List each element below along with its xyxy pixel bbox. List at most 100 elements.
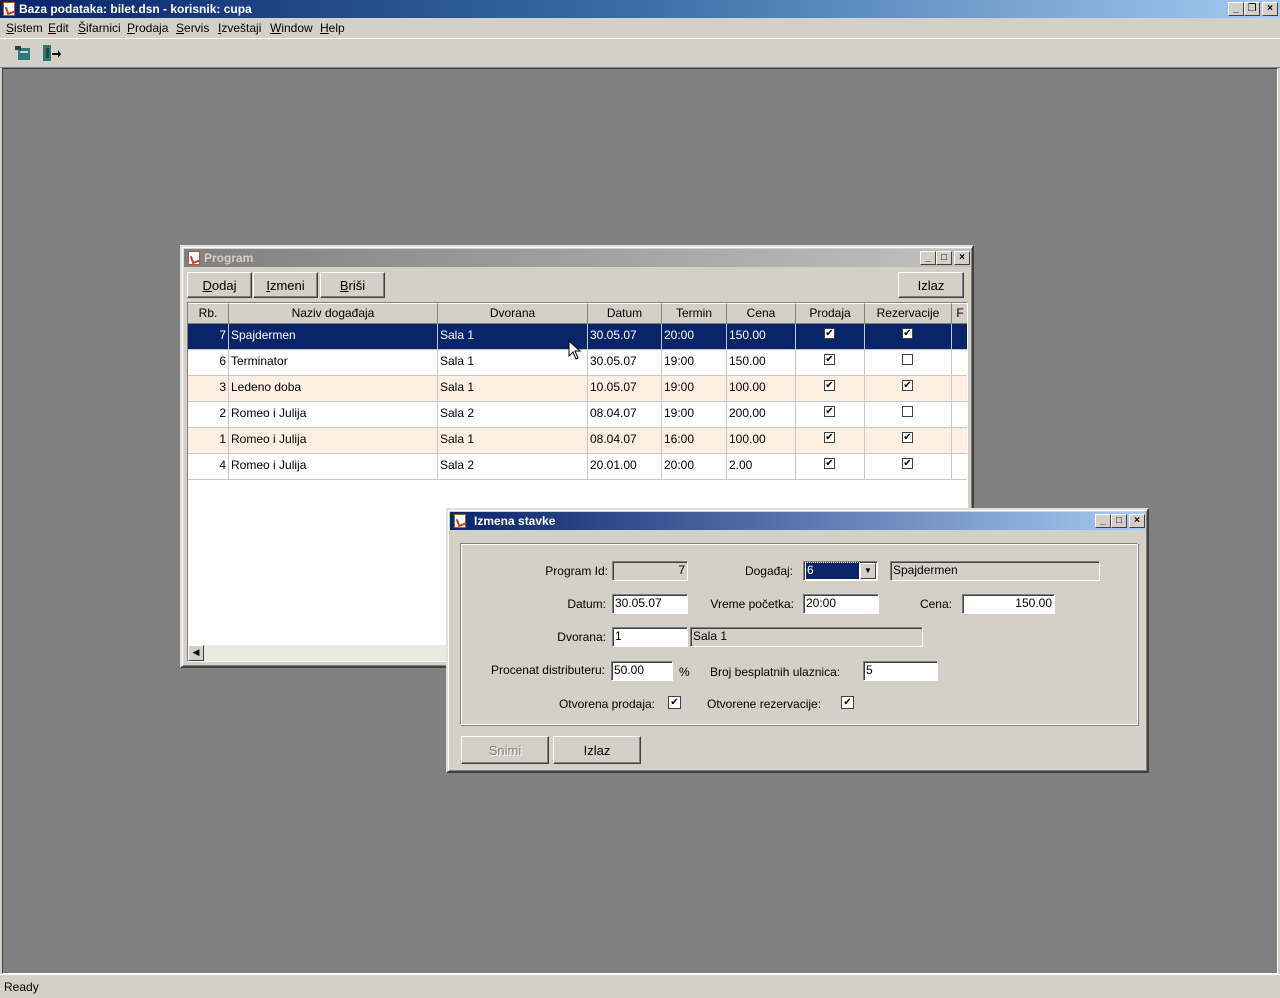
cell-naziv: Romeo i Julija <box>229 428 438 454</box>
menu-servis[interactable]: Servis <box>176 21 209 35</box>
menu-prodaja[interactable]: Prodaja <box>127 21 168 35</box>
menu-bar: Sistem Edit Šifarnici Prodaja Servis Izv… <box>0 18 1280 38</box>
connect-tool-button[interactable] <box>12 42 36 64</box>
prodaja-checkbox[interactable]: ✔ <box>824 380 835 391</box>
prodaja-checkbox[interactable]: ✔ <box>824 406 835 417</box>
cell-naziv: Spajdermen <box>229 324 438 350</box>
minimize-icon[interactable]: _ <box>1095 514 1111 528</box>
column-header-rezervacije[interactable]: Rezervacije <box>865 303 952 324</box>
column-header-cena[interactable]: Cena <box>727 303 796 324</box>
close-icon[interactable]: × <box>954 251 970 265</box>
cell-prodaja: ✔ <box>796 402 865 428</box>
dogadjaj-select[interactable]: 6 ▼ <box>803 561 878 581</box>
cell-termin: 19:00 <box>662 402 727 428</box>
rezervacije-checkbox[interactable]: ✔ <box>902 432 913 443</box>
prodaja-checkbox[interactable]: ✔ <box>824 432 835 443</box>
maximize-icon[interactable]: □ <box>1111 514 1127 528</box>
save-button[interactable]: Snimi <box>461 736 549 764</box>
column-header-datum[interactable]: Datum <box>588 303 662 324</box>
maximize-icon[interactable]: □ <box>936 251 952 265</box>
column-header-naziv[interactable]: Naziv događaja <box>229 303 438 324</box>
cell-naziv: Terminator <box>229 350 438 376</box>
chevron-down-icon[interactable]: ▼ <box>860 563 876 579</box>
vreme-field[interactable]: 20:00 <box>803 594 879 614</box>
prodaja-checkbox[interactable]: ✔ <box>824 354 835 365</box>
delete-button[interactable]: Briši <box>320 272 385 298</box>
cell-rezervacije <box>865 402 952 428</box>
check-icon: ✔ <box>670 697 679 708</box>
dogadjaj-name-field: Spajdermen <box>890 561 1100 581</box>
rezervacije-checkbox[interactable]: ✔ <box>902 328 913 339</box>
add-button[interactable]: Dodaj <box>187 272 252 298</box>
menu-help[interactable]: Help <box>320 21 345 35</box>
otvorene-rezervacije-checkbox[interactable]: ✔ <box>841 696 854 709</box>
edit-button[interactable]: Izmeni <box>253 272 318 298</box>
column-header-termin[interactable]: Termin <box>662 303 727 324</box>
cell-rezervacije <box>865 350 952 376</box>
status-bar: Ready <box>0 974 1280 998</box>
cell-f <box>952 402 967 428</box>
menu-izvestaji[interactable]: Izveštaji <box>218 21 261 35</box>
rezervacije-checkbox[interactable]: ✔ <box>902 458 913 469</box>
menu-sifarnici[interactable]: Šifarnici <box>78 21 121 35</box>
exit-tool-button[interactable] <box>38 42 62 64</box>
rezervacije-checkbox[interactable]: ✔ <box>902 380 913 391</box>
dvorana-name-field: Sala 1 <box>690 627 923 647</box>
cell-dvorana: Sala 1 <box>438 428 588 454</box>
program-window-title-bar: Program _ □ × <box>184 249 970 267</box>
cell-prodaja: ✔ <box>796 376 865 402</box>
rezervacije-checkbox[interactable] <box>902 354 913 365</box>
exit-button[interactable]: Izlaz <box>898 272 964 298</box>
table-row[interactable]: 4 Romeo i Julija Sala 2 20.01.00 20:00 2.00 ✔ ✔ <box>188 454 967 480</box>
program-id-field: 7 <box>612 561 688 581</box>
close-icon[interactable]: × <box>1129 514 1145 528</box>
database-icon <box>15 46 30 60</box>
dvorana-label: Dvorana: <box>557 630 606 644</box>
besplatne-field[interactable]: 5 <box>863 661 938 681</box>
window-icon <box>454 514 466 528</box>
cell-termin: 20:00 <box>662 324 727 350</box>
cell-termin: 19:00 <box>662 376 727 402</box>
prodaja-checkbox[interactable]: ✔ <box>824 328 835 339</box>
column-header-prodaja[interactable]: Prodaja <box>796 303 865 324</box>
cell-f <box>952 454 967 480</box>
app-title-bar: Baza podataka: bilet.dsn - korisnik: cup… <box>0 0 1280 18</box>
program-id-label: Program Id: <box>545 564 608 578</box>
besplatne-label: Broj besplatnih ulaznica: <box>710 665 841 679</box>
table-row[interactable]: 1 Romeo i Julija Sala 1 08.04.07 16:00 100.00… <box>188 428 967 454</box>
cell-termin: 20:00 <box>662 454 727 480</box>
scroll-left-icon[interactable]: ◀ <box>188 645 204 661</box>
cell-prodaja: ✔ <box>796 350 865 376</box>
cena-field[interactable]: 150.00 <box>962 594 1055 614</box>
minimize-icon[interactable]: _ <box>1228 2 1244 16</box>
cell-naziv: Romeo i Julija <box>229 402 438 428</box>
table-row[interactable]: 2 Romeo i Julija Sala 2 08.04.07 19:00 200.00… <box>188 402 967 428</box>
column-header-f[interactable]: F <box>952 303 967 324</box>
cell-cena: 2.00 <box>727 454 796 480</box>
restore-icon[interactable]: ❐ <box>1244 2 1260 16</box>
percent-label: % <box>679 665 690 679</box>
table-row[interactable]: 3 Ledeno doba Sala 1 10.05.07 19:00 100.00 ✔ ✔ <box>188 376 967 402</box>
menu-window[interactable]: Window <box>270 21 313 35</box>
minimize-icon[interactable]: _ <box>920 251 936 265</box>
column-header-rb[interactable]: Rb. <box>188 303 229 324</box>
prodaja-checkbox[interactable]: ✔ <box>824 458 835 469</box>
cell-datum: 30.05.07 <box>588 350 662 376</box>
cell-rb: 3 <box>188 376 229 402</box>
cell-rezervacije: ✔ <box>865 428 952 454</box>
toolbar <box>0 38 1280 68</box>
dvorana-field[interactable]: 1 <box>612 627 688 647</box>
menu-edit[interactable]: Edit <box>48 21 69 35</box>
otvorena-prodaja-checkbox[interactable]: ✔ <box>668 696 681 709</box>
rezervacije-checkbox[interactable] <box>902 406 913 417</box>
close-icon[interactable]: × <box>1262 2 1278 16</box>
app-icon <box>3 2 15 16</box>
mouse-cursor-icon <box>568 340 582 360</box>
procenat-field[interactable]: 50.00 <box>611 661 673 681</box>
cell-naziv: Ledeno doba <box>229 376 438 402</box>
menu-sistem[interactable]: Sistem <box>6 21 43 35</box>
edit-dialog-title: Izmena stavke <box>474 514 556 528</box>
column-header-dvorana[interactable]: Dvorana <box>438 303 588 324</box>
exit-dialog-button[interactable]: Izlaz <box>553 736 641 764</box>
datum-field[interactable]: 30.05.07 <box>612 594 688 614</box>
